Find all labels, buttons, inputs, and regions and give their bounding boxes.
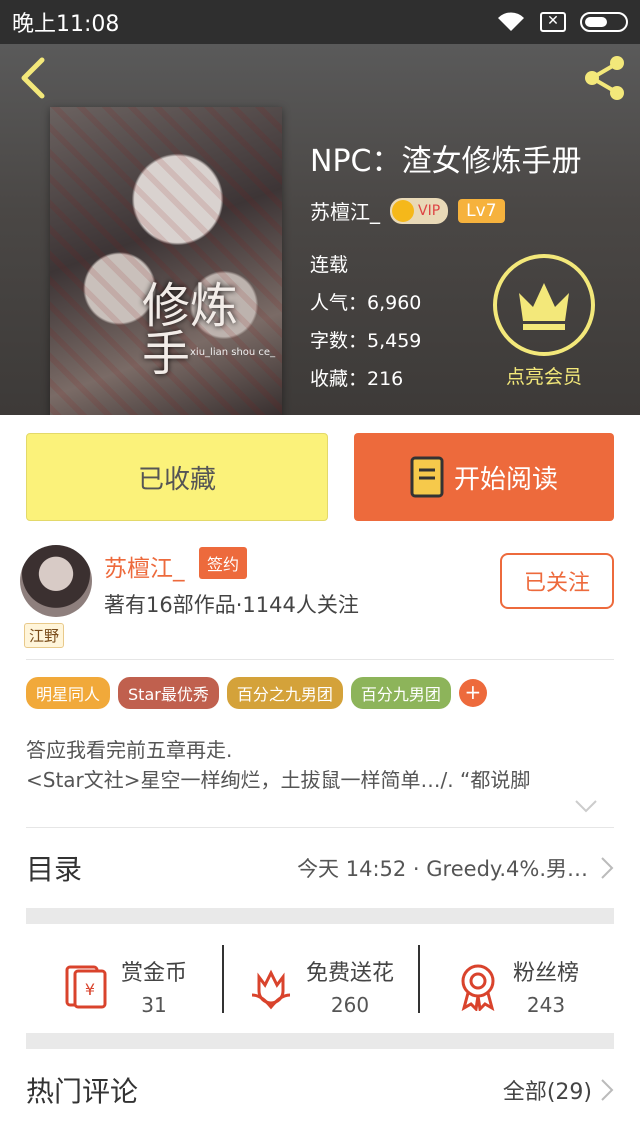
avatar-tag: 江野 [24, 623, 65, 648]
chevron-down-icon[interactable] [574, 798, 598, 814]
member-circle [493, 254, 595, 356]
tag-list: 明星同人 Star最优秀 百分之九男团 百分九男团 + [26, 677, 487, 709]
tag-chip[interactable]: 百分之九男团 [226, 677, 343, 709]
flower-icon [251, 969, 291, 1010]
reward-flower-button[interactable]: 免费送花 260 [222, 927, 418, 1045]
book-intro[interactable]: 答应我看完前五章再走. <Star文社>星空一样绚烂，土拔鼠一样简单…/. “都… [26, 735, 614, 795]
reward-coins-button[interactable]: ¥ 赏金币 31 [26, 927, 222, 1045]
section-separator [26, 908, 614, 924]
chevron-right-icon [601, 857, 614, 879]
reward-label: 赏金币 [120, 961, 187, 986]
status-time: 晚上11:08 [12, 12, 120, 37]
book-cover[interactable]: 修炼手 xiu_lian shou ce_ [50, 107, 282, 415]
vip-badge: VIP [390, 197, 449, 224]
reward-text: 粉丝榜 243 [513, 955, 579, 1017]
avatar[interactable] [20, 545, 92, 617]
no-sim-icon: ✕ [540, 12, 566, 32]
back-icon[interactable] [14, 54, 54, 102]
action-buttons: 已收藏 开始阅读 [26, 433, 614, 521]
tag-chip[interactable]: 明星同人 [26, 677, 111, 709]
author-block: 江野 苏檀江_ 签约 著有16部作品·1144人关注 已关注 [20, 545, 620, 655]
fan-ranking-button[interactable]: 粉丝榜 243 [418, 927, 614, 1045]
vip-crown-icon [392, 199, 414, 222]
book-word-count: 字数：5,459 [310, 330, 422, 352]
chevron-right-icon[interactable] [600, 1078, 614, 1102]
book-status: 连载 [310, 254, 349, 276]
all-comments-link[interactable]: 全部(29) [503, 1074, 592, 1106]
start-reading-button[interactable]: 开始阅读 [354, 433, 614, 521]
reward-text: 免费送花 260 [306, 955, 394, 1017]
status-icons: ✕ [496, 11, 628, 33]
reward-label: 免费送花 [305, 961, 394, 986]
intro-line: <Star文社>星空一样绚烂，土拔鼠一样简单…/. “都说脚 [26, 768, 531, 792]
author-name[interactable]: 苏檀江_ [104, 549, 185, 583]
cover-title: 修炼手 [142, 278, 239, 382]
book-header: 修炼手 xiu_lian shou ce_ NPC：渣女修炼手册 苏檀江_ VI… [0, 44, 640, 415]
medal-icon [461, 964, 495, 1011]
tag-chip[interactable]: 百分九男团 [350, 677, 451, 709]
toc-title: 目录 [26, 853, 83, 886]
book-title: NPC：渣女修炼手册 [310, 144, 582, 179]
battery-icon [580, 12, 628, 32]
member-button[interactable]: 点亮会员 [491, 254, 597, 389]
crown-icon [519, 283, 569, 330]
reward-value: 31 [141, 993, 167, 1017]
divider [26, 659, 614, 660]
level-badge: Lv7 [458, 198, 505, 223]
book-author-row: 苏檀江_ VIP Lv7 [310, 196, 505, 225]
reward-bar: ¥ 赏金币 31 免费送花 260 粉丝榜 243 [26, 927, 614, 1045]
red-envelope-icon: ¥ [65, 965, 107, 1009]
start-reading-label: 开始阅读 [453, 464, 558, 495]
comments-title: 热门评论 [26, 1075, 139, 1108]
svg-text:¥: ¥ [85, 980, 95, 999]
cover-subtitle: xiu_lian shou ce_ [190, 347, 276, 358]
tag-chip[interactable]: Star最优秀 [118, 677, 219, 709]
book-popularity: 人气：6,960 [310, 292, 422, 314]
intro-line: 答应我看完前五章再走. [26, 738, 233, 762]
add-tag-button[interactable]: + [458, 679, 487, 707]
signed-badge: 签约 [199, 547, 248, 579]
share-icon[interactable] [582, 54, 628, 102]
book-stats: 连载 人气：6,960 字数：5,459 收藏：216 [310, 246, 421, 398]
wifi-icon [498, 12, 524, 31]
toc-latest-chapter: 今天 14:52 · Greedy.4%.男… [297, 857, 588, 881]
section-separator [26, 1033, 614, 1049]
vip-label: VIP [418, 202, 441, 219]
collected-button[interactable]: 已收藏 [26, 433, 328, 521]
reward-text: 赏金币 31 [121, 955, 187, 1017]
reward-value: 260 [330, 993, 370, 1017]
book-detail-content: 已收藏 开始阅读 江野 苏檀江_ 签约 著有16部作品·1144人关注 已关注 … [0, 415, 640, 1138]
reward-value: 243 [526, 993, 566, 1017]
member-label: 点亮会员 [505, 366, 582, 388]
book-author[interactable]: 苏檀江_ [310, 196, 380, 225]
hot-comments-header: 热门评论 全部(29) [26, 1057, 614, 1123]
author-description: 著有16部作品·1144人关注 [104, 593, 359, 617]
book-favorites: 收藏：216 [310, 368, 404, 390]
table-of-contents-row[interactable]: 目录 今天 14:52 · Greedy.4%.男… [26, 828, 614, 908]
book-icon [410, 456, 444, 498]
follow-button[interactable]: 已关注 [500, 553, 614, 609]
reward-label: 粉丝榜 [512, 961, 579, 986]
status-bar: 晚上11:08 ✕ [0, 0, 640, 44]
